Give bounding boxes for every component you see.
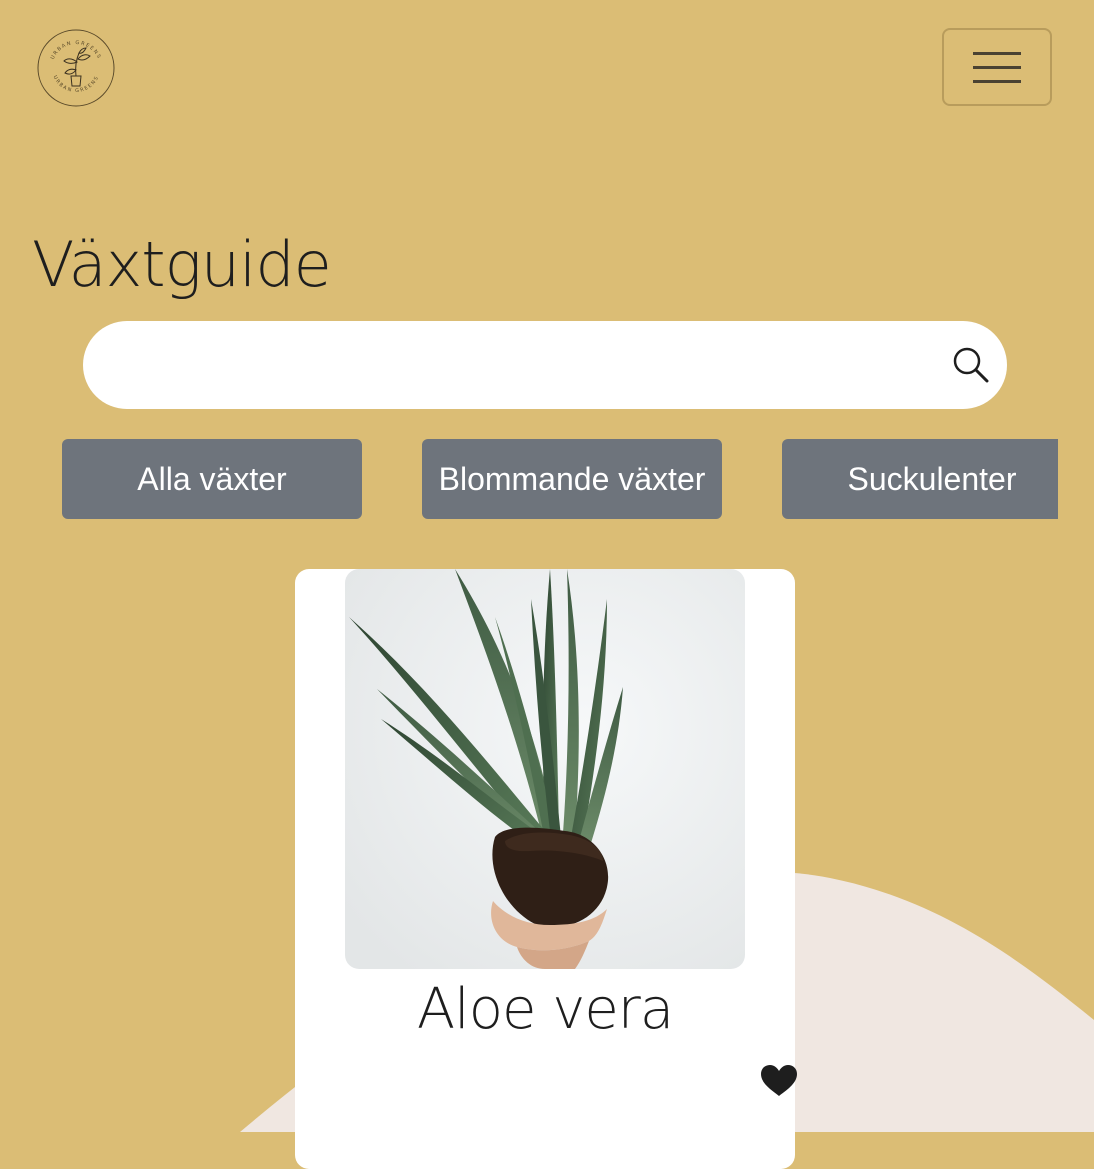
heart-icon[interactable] — [761, 1065, 797, 1097]
filter-flowering-plants-button[interactable]: Blommande växter — [422, 439, 722, 519]
urban-greens-logo-icon: URBAN GREENS URBAN GREENS — [37, 29, 115, 107]
filter-all-plants-button[interactable]: Alla växter — [62, 439, 362, 519]
page-title: Växtguide — [32, 228, 332, 301]
hamburger-icon — [973, 52, 1021, 83]
aloe-vera-photo — [345, 569, 745, 969]
search-icon[interactable] — [951, 345, 991, 385]
search-bar — [83, 321, 1007, 411]
svg-text:URBAN GREENS: URBAN GREENS — [50, 40, 102, 61]
svg-text:URBAN GREENS: URBAN GREENS — [52, 75, 101, 95]
plant-name: Aloe vera — [416, 977, 674, 1042]
plant-card[interactable]: Aloe vera — [295, 569, 797, 1169]
search-input[interactable] — [113, 321, 937, 411]
logo-text-bottom: URBAN GREENS — [52, 75, 99, 95]
plant-image — [345, 569, 745, 969]
logo[interactable]: URBAN GREENS URBAN GREENS — [36, 28, 116, 108]
logo-text-top: URBAN GREENS — [50, 40, 101, 61]
filter-succulents-button[interactable]: Suckulenter — [782, 439, 1058, 519]
menu-button[interactable] — [942, 28, 1052, 106]
